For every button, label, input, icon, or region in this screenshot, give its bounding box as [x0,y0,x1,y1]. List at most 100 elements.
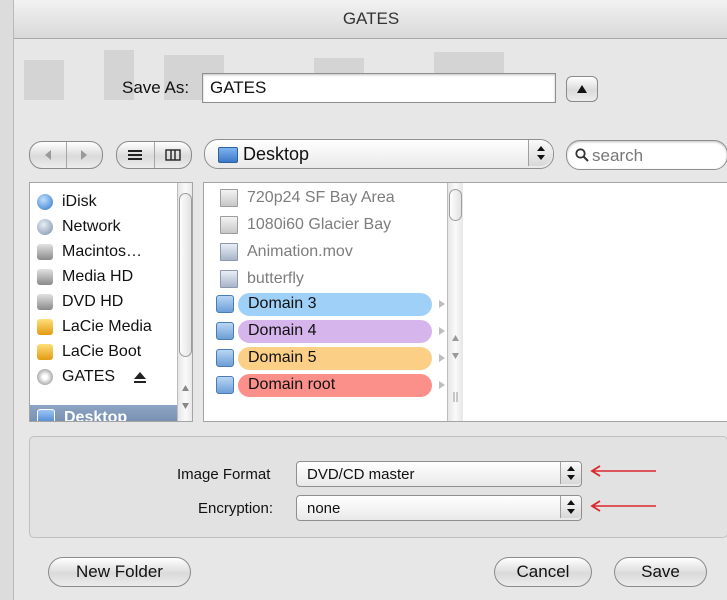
hard-drive-icon [37,269,53,285]
disk-image-icon [37,369,53,385]
forward-button[interactable] [67,142,103,168]
movie-file-icon [220,243,238,261]
sidebar-item-label: Media HD [62,268,134,285]
column-resize-handle-icon[interactable] [453,391,459,403]
chevron-right-icon [81,150,88,160]
file-item[interactable]: Animation.mov [220,239,353,265]
folder-icon [216,376,234,394]
file-item-label: Animation.mov [247,243,353,260]
sidebar-item-label: LaCie Media [62,318,152,335]
search-placeholder: search [592,146,644,165]
save-label: Save [641,562,680,581]
disclosure-arrow-icon [439,300,445,308]
location-label: Desktop [243,144,310,164]
sidebar-item-desktop[interactable]: Desktop [30,405,177,421]
expand-collapse-button[interactable] [566,76,598,102]
updown-arrows-icon [537,146,545,160]
file-item-label: Domain 4 [248,322,317,339]
sidebar-item-media-hd[interactable]: Media HD [37,264,133,290]
file-item[interactable]: 720p24 SF Bay Area [220,185,395,211]
desktop-folder-icon [218,147,238,163]
image-format-value: DVD/CD master [307,466,415,483]
cancel-button[interactable]: Cancel [494,557,592,587]
encryption-label: Encryption: [198,500,274,517]
file-item-label: Domain 3 [248,295,317,312]
new-folder-button[interactable]: New Folder [48,557,191,587]
sidebar-item-label: Network [62,218,121,235]
disclosure-arrow-icon [439,327,445,335]
idisk-icon [37,194,53,210]
sidebar-item-label: Macintos… [62,243,143,260]
cancel-label: Cancel [516,562,570,581]
sidebar-item-label: iDisk [62,193,97,210]
sidebar-item-gates[interactable]: GATES [37,364,147,390]
image-format-popup[interactable]: DVD/CD master [296,461,582,487]
sidebar-item-lacie-media[interactable]: LaCie Media [37,314,152,340]
disclosure-arrow-icon [439,354,445,362]
sidebar: iDisk Network Macintos… Media HD DVD HD … [29,182,193,422]
updown-arrows-icon [567,466,575,480]
file-browser-scrollbar[interactable] [447,183,463,421]
file-browser: 720p24 SF Bay Area 1080i60 Glacier Bay A… [203,182,727,422]
folder-icon [216,349,234,367]
folder-item-domain-root[interactable]: Domain root [216,372,446,398]
column-view-button[interactable] [155,142,192,168]
window-title: GATES [342,9,400,28]
location-stepper [528,140,553,166]
encryption-value: none [307,500,341,517]
folder-item-domain-5[interactable]: Domain 5 [216,345,446,371]
new-folder-label: New Folder [76,562,163,581]
sidebar-item-label: DVD HD [62,293,124,310]
encryption-popup[interactable]: none [296,495,582,521]
list-view-icon [128,150,143,160]
file-item-label: butterfly [247,270,304,287]
back-forward-control [29,141,103,169]
column-view-icon [165,149,181,161]
folder-label-highlight: Domain root [238,373,432,397]
scroll-arrows-icon[interactable] [181,383,190,413]
document-icon [220,189,238,207]
list-view-button[interactable] [117,142,155,168]
image-format-label: Image Format [177,466,271,483]
sidebar-item-macintosh[interactable]: Macintos… [37,239,142,265]
sidebar-item-lacie-boot[interactable]: LaCie Boot [37,339,141,365]
file-item-label: Domain root [248,376,336,393]
folder-item-domain-4[interactable]: Domain 4 [216,318,446,344]
document-icon [220,216,238,234]
save-button[interactable]: Save [614,557,707,587]
sidebar-scroll-thumb[interactable] [179,193,192,357]
search-field[interactable]: search [566,140,727,170]
file-item-label: Domain 5 [248,349,317,366]
window-title-bar: GATES [14,0,727,39]
network-icon [37,219,53,235]
folder-item-domain-3[interactable]: Domain 3 [216,291,446,317]
folder-label-highlight: Domain 3 [238,292,432,316]
scroll-arrows-icon[interactable] [451,333,460,363]
folder-label-highlight: Domain 5 [238,346,432,370]
sidebar-item-idisk[interactable]: iDisk [37,189,97,215]
sidebar-scrollbar[interactable] [177,183,192,421]
save-as-field[interactable]: GATES [202,73,556,103]
file-item-label: 1080i60 Glacier Bay [247,216,392,233]
disclosure-arrow-icon [439,381,445,389]
back-button[interactable] [30,142,67,168]
hard-drive-icon [37,294,53,310]
sidebar-item-label: LaCie Boot [62,343,142,360]
updown-arrows-icon [567,500,575,514]
red-arrow-annotation-icon [590,500,656,512]
triangle-up-icon [577,85,587,93]
file-item[interactable]: 1080i60 Glacier Bay [220,212,391,238]
sidebar-item-dvd-hd[interactable]: DVD HD [37,289,123,315]
sidebar-item-label: GATES [62,368,116,385]
eject-icon[interactable] [133,371,147,384]
desktop-folder-icon [37,409,55,421]
save-as-value: GATES [210,78,267,97]
search-icon [575,148,589,162]
location-popup[interactable]: Desktop [204,139,554,169]
file-browser-scroll-thumb[interactable] [449,189,462,221]
sidebar-item-network[interactable]: Network [37,214,121,240]
folder-icon [216,295,234,313]
external-drive-icon [37,344,53,360]
image-format-stepper [560,462,581,484]
file-item[interactable]: butterfly [220,266,304,292]
